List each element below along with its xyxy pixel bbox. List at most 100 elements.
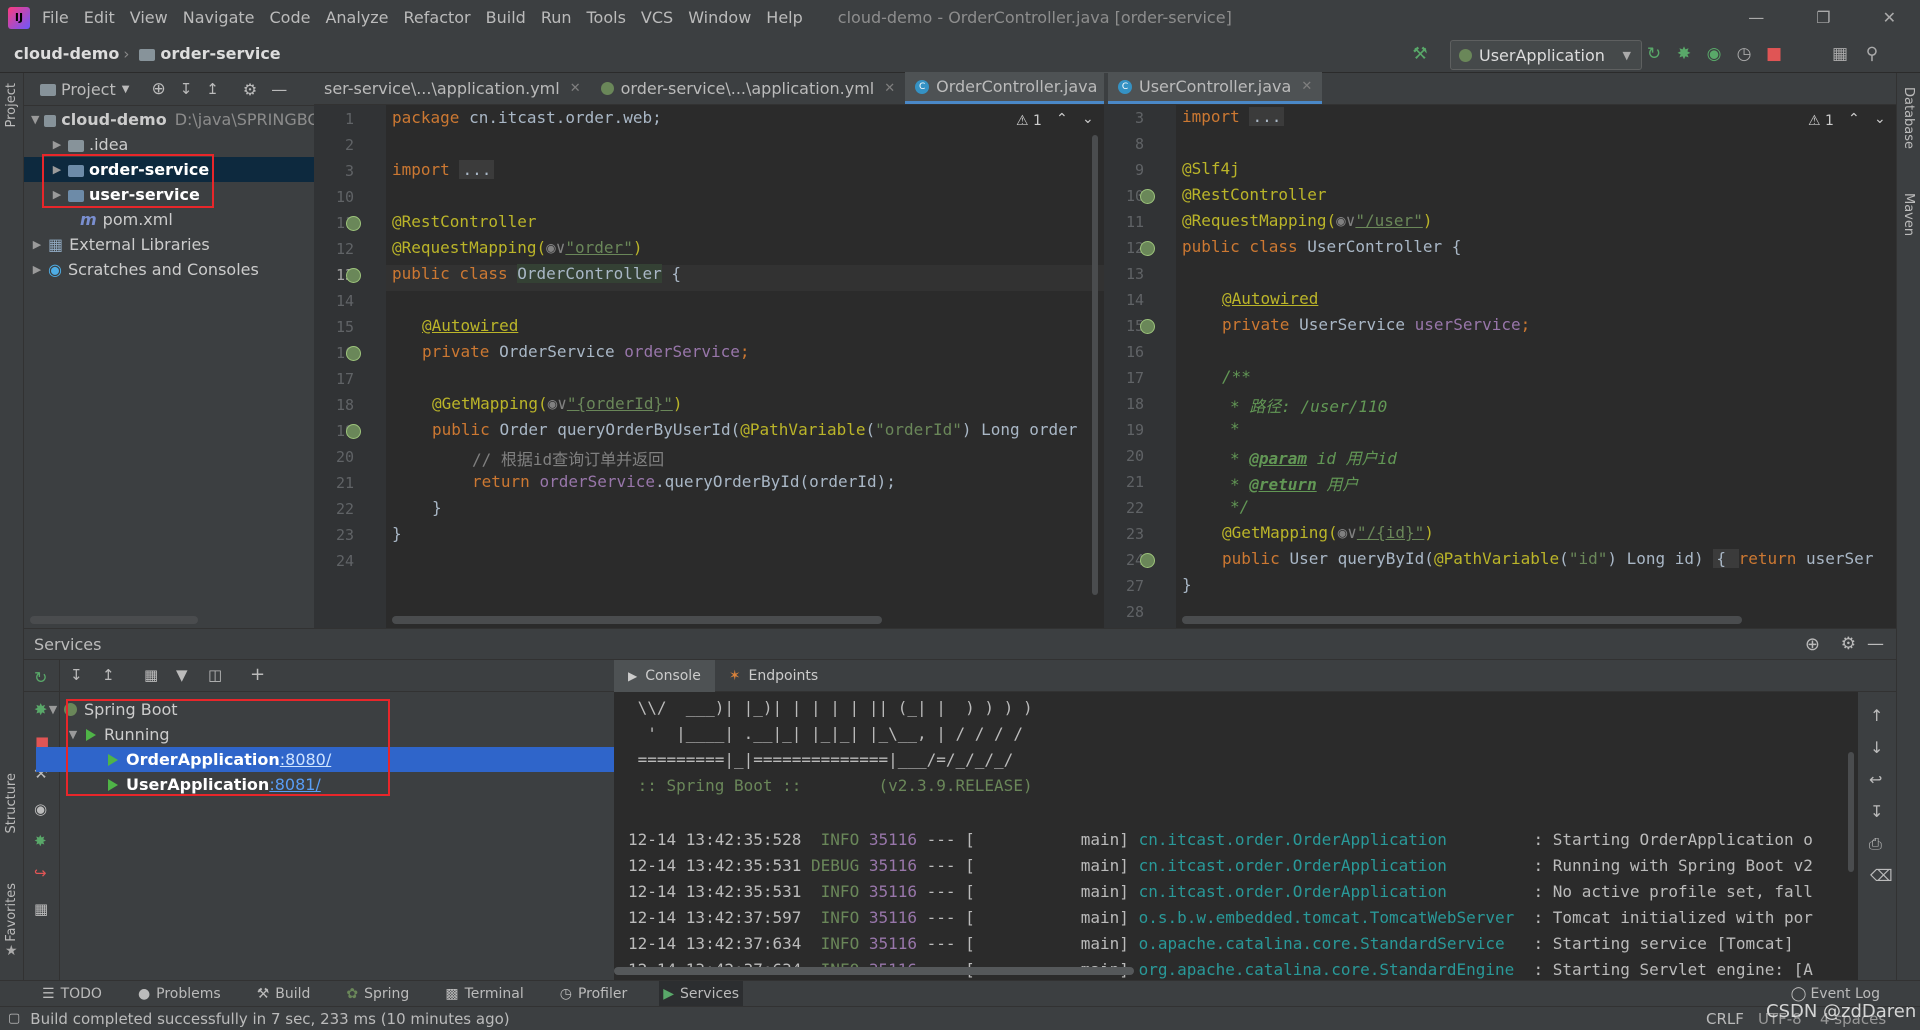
chevron-up-icon[interactable]: ⌃ (1056, 111, 1068, 127)
toolwindow-problems[interactable]: ● Problems (134, 981, 225, 1007)
chevron-up-icon[interactable]: ⌃ (1848, 111, 1860, 127)
line-separator[interactable]: CRLF (1706, 1010, 1744, 1028)
url-inlay-icon[interactable]: ◉∨ (1338, 523, 1357, 542)
breadcrumb-project[interactable]: cloud-demo (14, 44, 119, 63)
restore-icon[interactable]: ❐ (1816, 8, 1830, 27)
console-output[interactable]: \\/ ___)| |_)| | | | | || (_| | ) ) ) ) … (614, 692, 1858, 985)
project-structure-icon[interactable]: ▦ (1830, 44, 1850, 64)
warning-indicator[interactable]: ⚠ 1 (1808, 113, 1834, 129)
menu-view[interactable]: View (130, 8, 168, 27)
spring-bean-gutter-icon[interactable] (346, 268, 361, 283)
new-tab-icon[interactable]: ◫ (208, 666, 222, 684)
tree-item-root[interactable]: ▼ cloud-demo D:\java\SPRINGBO (24, 107, 320, 132)
tab-user-application-yml[interactable]: ser-service\...\application.yml ✕ (314, 72, 591, 104)
search-everywhere-icon[interactable]: ⚲ (1862, 44, 1882, 64)
toolwindow-terminal[interactable]: ▩ Terminal (441, 981, 527, 1007)
debug-settings-icon[interactable]: ✸ (34, 832, 47, 850)
toolwindow-services[interactable]: ▶ Services (659, 980, 744, 1007)
spring-bean-gutter-icon[interactable] (1140, 553, 1155, 568)
hide-panel-icon[interactable]: — (271, 80, 287, 99)
close-icon[interactable]: ✕ (1301, 79, 1312, 94)
folded-imports[interactable]: ... (459, 160, 495, 179)
favorites-tool-button[interactable]: Favorites (4, 883, 19, 942)
add-service-icon[interactable]: + (250, 664, 265, 685)
folded-body[interactable]: { (1713, 549, 1739, 568)
debug-bug-icon[interactable]: ✸ (1674, 44, 1694, 64)
menu-code[interactable]: Code (270, 8, 311, 27)
camera-icon[interactable]: ◉ (34, 800, 47, 818)
spring-bean-gutter-icon[interactable] (1140, 189, 1155, 204)
trash-icon[interactable]: ⌫ (1870, 866, 1893, 885)
toolwindow-spring[interactable]: ✿ Spring (342, 981, 413, 1007)
menu-navigate[interactable]: Navigate (183, 8, 255, 27)
expand-all-icon[interactable]: ↧ (180, 80, 193, 98)
spring-bean-gutter-icon[interactable] (346, 346, 361, 361)
gear-icon[interactable]: ⚙ (243, 80, 257, 99)
vertical-scrollbar[interactable] (1092, 135, 1098, 595)
filter-icon[interactable]: ▼ (176, 666, 188, 684)
rerun-icon[interactable]: ↻ (1644, 44, 1664, 64)
print-icon[interactable]: ⎙ (1869, 834, 1882, 854)
toolwindow-profiler[interactable]: ◷ Profiler (556, 981, 632, 1007)
toolwindow-build[interactable]: ⚒ Build (253, 981, 315, 1007)
profiler-run-icon[interactable]: ◷ (1734, 44, 1754, 64)
menu-vcs[interactable]: VCS (641, 8, 673, 27)
tab-console[interactable]: ▶ Console (614, 659, 715, 692)
vertical-scrollbar[interactable] (1848, 752, 1854, 872)
menu-run[interactable]: Run (541, 8, 572, 27)
spring-bean-gutter-icon[interactable] (1140, 241, 1155, 256)
url-inlay-icon[interactable]: ◉∨ (1336, 211, 1355, 230)
tree-item-scratches[interactable]: ▶ ◉ Scratches and Consoles (24, 257, 320, 282)
close-icon[interactable]: ✕ (570, 81, 581, 96)
arrow-down-icon[interactable]: ↓ (1870, 738, 1883, 757)
chevron-down-icon[interactable]: ⌄ (1082, 111, 1094, 127)
database-tool-button[interactable]: Database (1901, 87, 1916, 149)
horizontal-scrollbar[interactable] (30, 616, 198, 624)
exit-icon[interactable]: ↪ (34, 864, 47, 882)
run-configuration-dropdown[interactable]: UserApplication ▼ (1450, 40, 1642, 70)
arrow-up-icon[interactable]: ↑ (1870, 706, 1883, 725)
tab-endpoints[interactable]: ✶ Endpoints (715, 660, 832, 692)
collapse-all-icon[interactable]: ↥ (206, 80, 219, 98)
folded-imports[interactable]: ... (1249, 107, 1285, 126)
horizontal-scrollbar[interactable] (392, 616, 882, 624)
layout-icon[interactable]: ▦ (34, 900, 48, 918)
menu-help[interactable]: Help (766, 8, 802, 27)
spring-bean-gutter-icon[interactable] (346, 424, 361, 439)
warning-indicator[interactable]: ⚠ 1 (1016, 113, 1042, 129)
scroll-to-end-icon[interactable]: ↧ (1870, 802, 1883, 821)
status-toggle-icon[interactable]: ▢ (8, 1011, 20, 1026)
url-inlay-icon[interactable]: ◉∨ (548, 394, 567, 413)
spring-bean-gutter-icon[interactable] (346, 216, 361, 231)
globe-icon[interactable]: ⊕ (1805, 634, 1820, 655)
stop-icon[interactable]: ■ (1764, 44, 1784, 64)
build-hammer-icon[interactable]: ⚒ (1410, 44, 1430, 64)
close-icon[interactable]: ✕ (1883, 8, 1896, 27)
chevron-down-icon[interactable]: ▼ (122, 84, 130, 95)
menu-window[interactable]: Window (688, 8, 751, 27)
tree-item-external-libraries[interactable]: ▶ ▦ External Libraries (24, 232, 320, 257)
gear-icon[interactable]: ⚙ (1841, 634, 1856, 654)
tab-order-controller[interactable]: C OrderController.java✕ (905, 72, 1129, 104)
horizontal-scrollbar[interactable] (614, 967, 1134, 975)
expand-all-icon[interactable]: ↧ (70, 666, 83, 684)
close-icon[interactable]: ✕ (884, 81, 895, 96)
project-tool-button[interactable]: Project (4, 83, 19, 127)
minimize-icon[interactable]: — (1748, 8, 1764, 27)
horizontal-scrollbar[interactable] (1182, 616, 1742, 624)
menu-edit[interactable]: Edit (84, 8, 115, 27)
group-by-icon[interactable]: ▦ (144, 666, 158, 684)
maven-tool-button[interactable]: Maven (1901, 193, 1916, 236)
menu-build[interactable]: Build (486, 8, 526, 27)
toolwindow-todo[interactable]: ☰ TODO (38, 981, 106, 1007)
coverage-icon[interactable]: ◉ (1704, 44, 1724, 64)
soft-wrap-icon[interactable]: ↩ (1869, 770, 1882, 789)
menu-analyze[interactable]: Analyze (325, 8, 388, 27)
menu-refactor[interactable]: Refactor (404, 8, 471, 27)
menu-tools[interactable]: Tools (587, 8, 626, 27)
locate-target-icon[interactable]: ⊕ (151, 79, 165, 99)
url-inlay-icon[interactable]: ◉∨ (546, 238, 565, 257)
spring-bean-gutter-icon[interactable] (1140, 319, 1155, 334)
hide-panel-icon[interactable]: — (1867, 634, 1884, 654)
structure-tool-button[interactable]: Structure (4, 773, 19, 833)
